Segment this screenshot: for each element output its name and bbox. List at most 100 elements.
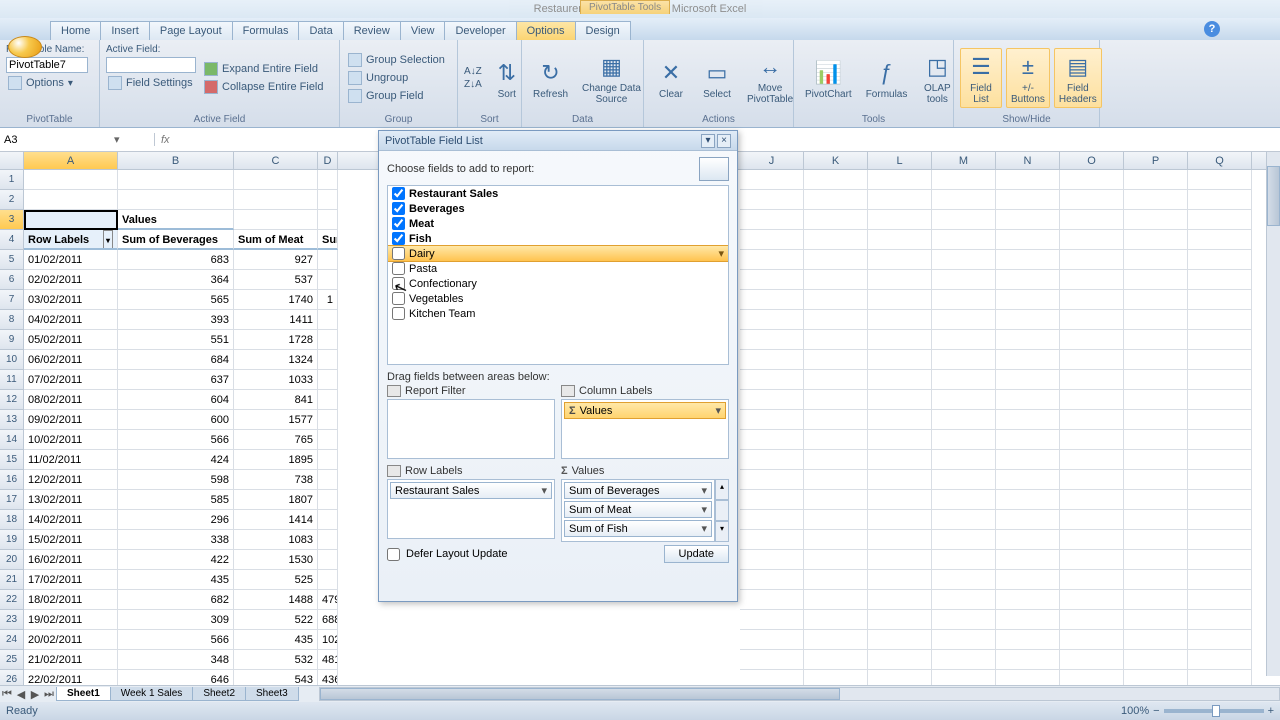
cell[interactable]	[1188, 270, 1252, 290]
cell[interactable]	[1188, 190, 1252, 210]
cell[interactable]	[1060, 430, 1124, 450]
group-selection-button[interactable]: Group Selection	[346, 52, 451, 68]
cell[interactable]	[932, 370, 996, 390]
pivottable-name-input[interactable]	[6, 57, 88, 73]
field-restaurant-sales[interactable]: Restaurant Sales	[388, 186, 728, 201]
value-chip[interactable]: Sum of Meat▾	[564, 501, 712, 518]
cell[interactable]: 637	[118, 370, 234, 390]
cell[interactable]	[932, 510, 996, 530]
cell[interactable]: 927	[234, 250, 318, 270]
cell[interactable]: Row Labels ▾	[24, 230, 118, 250]
field-beverages[interactable]: Beverages	[388, 201, 728, 216]
cell[interactable]: 604	[118, 390, 234, 410]
fieldlist-fields-box[interactable]: Restaurant SalesBeveragesMeatFishDairy▾P…	[387, 185, 729, 365]
sheet-nav-next[interactable]: ▶	[28, 688, 42, 701]
cell[interactable]	[804, 290, 868, 310]
row-header[interactable]: 18	[0, 510, 24, 530]
cell[interactable]: 18/02/2011	[24, 590, 118, 610]
cell[interactable]	[1188, 450, 1252, 470]
cell[interactable]	[868, 350, 932, 370]
col-header-J[interactable]: J	[740, 152, 804, 169]
cell[interactable]	[1060, 610, 1124, 630]
cell[interactable]	[804, 470, 868, 490]
cell[interactable]	[996, 450, 1060, 470]
cell[interactable]	[118, 190, 234, 210]
cell[interactable]	[1060, 230, 1124, 250]
field-checkbox[interactable]	[392, 232, 405, 245]
cell[interactable]	[740, 550, 804, 570]
cell[interactable]	[1188, 210, 1252, 230]
cell[interactable]	[996, 470, 1060, 490]
cell[interactable]	[1124, 250, 1188, 270]
cell[interactable]	[1124, 510, 1188, 530]
cell[interactable]	[1188, 590, 1252, 610]
cell[interactable]	[1060, 650, 1124, 670]
select-all-corner[interactable]	[0, 152, 24, 169]
cell[interactable]	[996, 570, 1060, 590]
report-filter-box[interactable]	[387, 399, 555, 459]
cell[interactable]	[24, 190, 118, 210]
row-header[interactable]: 25	[0, 650, 24, 670]
cell[interactable]	[868, 530, 932, 550]
fieldlist-titlebar[interactable]: PivotTable Field List ▾×	[379, 131, 737, 151]
hscroll-thumb[interactable]	[320, 688, 840, 700]
cell[interactable]	[996, 610, 1060, 630]
cell[interactable]	[1060, 410, 1124, 430]
field-checkbox[interactable]	[392, 187, 405, 200]
cell[interactable]	[1188, 310, 1252, 330]
cell[interactable]	[868, 390, 932, 410]
cell[interactable]: 682	[118, 590, 234, 610]
cell[interactable]	[804, 210, 868, 230]
col-header-N[interactable]: N	[996, 152, 1060, 169]
values-scroll-up[interactable]: ▴	[715, 479, 729, 500]
cell[interactable]	[932, 590, 996, 610]
sheet-tab-sheet2[interactable]: Sheet2	[192, 687, 246, 701]
cell[interactable]: 684	[118, 350, 234, 370]
row-header[interactable]: 19	[0, 530, 24, 550]
cell[interactable]	[804, 330, 868, 350]
cell[interactable]	[1060, 330, 1124, 350]
cell[interactable]	[1124, 330, 1188, 350]
cell[interactable]	[804, 450, 868, 470]
cell[interactable]: 1029	[318, 630, 338, 650]
update-button[interactable]: Update	[664, 545, 729, 563]
cell[interactable]: 20/02/2011	[24, 630, 118, 650]
cell[interactable]	[1124, 310, 1188, 330]
field-checkbox[interactable]	[392, 277, 405, 290]
cell[interactable]	[1124, 430, 1188, 450]
cell[interactable]	[868, 410, 932, 430]
cell[interactable]	[1124, 530, 1188, 550]
cell[interactable]	[868, 230, 932, 250]
cell[interactable]	[1188, 370, 1252, 390]
cell[interactable]	[1188, 530, 1252, 550]
cell[interactable]	[996, 270, 1060, 290]
cell[interactable]	[932, 170, 996, 190]
cell[interactable]	[868, 490, 932, 510]
cell[interactable]	[932, 310, 996, 330]
cell[interactable]	[1060, 350, 1124, 370]
cell[interactable]	[740, 350, 804, 370]
chevron-down-icon[interactable]: ▾	[718, 247, 724, 260]
zoom-percent[interactable]: 100%	[1121, 705, 1149, 717]
tab-data[interactable]: Data	[298, 21, 343, 40]
cell[interactable]	[1060, 390, 1124, 410]
move-button[interactable]: ↔Move PivotTable	[742, 48, 798, 108]
cell[interactable]	[804, 410, 868, 430]
cell[interactable]	[740, 190, 804, 210]
cell[interactable]	[1188, 230, 1252, 250]
row-header[interactable]: 20	[0, 550, 24, 570]
cell[interactable]	[996, 190, 1060, 210]
field-kitchen-team[interactable]: Kitchen Team	[388, 306, 728, 321]
zoom-out-button[interactable]: −	[1153, 705, 1159, 717]
cell[interactable]	[932, 450, 996, 470]
cell[interactable]: 565	[118, 290, 234, 310]
cell[interactable]: 435	[118, 570, 234, 590]
cell[interactable]	[804, 650, 868, 670]
cell[interactable]	[1060, 510, 1124, 530]
cell[interactable]	[932, 230, 996, 250]
cell[interactable]	[868, 430, 932, 450]
cell[interactable]	[740, 210, 804, 230]
column-chip-values[interactable]: Values▾	[564, 402, 726, 419]
cell[interactable]	[932, 350, 996, 370]
cell[interactable]	[1188, 430, 1252, 450]
